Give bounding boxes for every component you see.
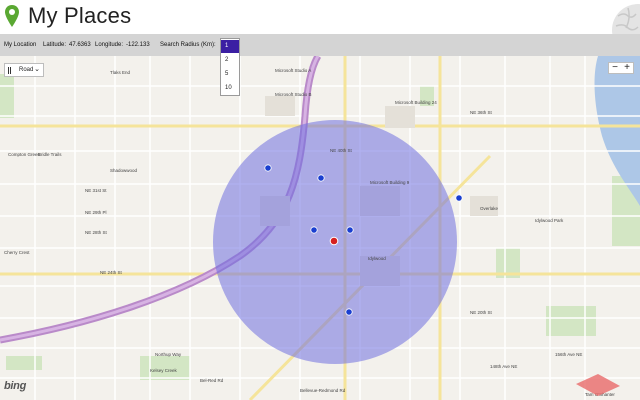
map-label: Bel-Red Rd (200, 378, 224, 383)
map-label: 156th Ave NE (555, 352, 582, 357)
map-label: NE 24th St (100, 270, 123, 275)
radius-option-5[interactable]: 5 (221, 68, 239, 81)
zoom-in-button[interactable]: + (621, 63, 633, 73)
map-label: NE 36th St (470, 110, 493, 115)
radius-option-1[interactable]: 1 (221, 40, 239, 53)
map-label: 148th Ave NE (490, 364, 517, 369)
map-label: Idylwood Park (535, 218, 564, 223)
bing-logo-text: bing (4, 380, 27, 392)
map-style-label: Road (19, 67, 34, 73)
map-view[interactable]: Tlaks End Compton Green Bridle Trails Sh… (0, 56, 640, 400)
latitude-label: Latitude: (43, 42, 67, 48)
map-pin-icon (5, 5, 19, 27)
map-label: Kelsey Creek (150, 368, 178, 373)
longitude-value: -122.133 (126, 42, 150, 48)
latitude-value: 47.6363 (69, 42, 91, 48)
map-label: NE 29th Pl (85, 210, 107, 215)
zoom-control[interactable]: − + (608, 62, 634, 74)
radius-option-10[interactable]: 10 (221, 82, 239, 95)
zoom-out-button[interactable]: − (609, 63, 621, 73)
map-label: Microsoft Building 9 (370, 180, 410, 185)
my-location-label: My Location (4, 42, 37, 48)
map-label: Cherry Crest (4, 250, 30, 255)
map-label: Northup Way (155, 352, 182, 357)
radius-option-2[interactable]: 2 (221, 54, 239, 67)
map-label: NE 20th St (470, 310, 493, 315)
map-label: Idylwood (368, 256, 386, 261)
map-label: Microsoft Studio A (275, 68, 311, 73)
map-label: NE 40th St (330, 148, 353, 153)
map-label: Bellevue-Redmond Rd (300, 388, 346, 393)
map-label: Microsoft Building 24 (395, 100, 437, 105)
map-label: Tlaks End (110, 70, 131, 75)
search-radius-label: Search Radius (Km): (160, 42, 216, 48)
map-label: NE 28th St (85, 230, 108, 235)
current-location-pin[interactable] (329, 236, 339, 246)
search-radius-dropdown[interactable]: 1 2 5 10 (220, 38, 240, 96)
map-label: Microsoft Studio B (275, 92, 312, 97)
layers-icon (8, 67, 11, 74)
longitude-label: Longitude: (95, 42, 124, 48)
map-label: Compton Green (8, 152, 41, 157)
location-bar: My Location Latitude: 47.6363 Longitude:… (0, 34, 640, 56)
page-title: My Places (28, 3, 132, 28)
globe-icon (612, 4, 640, 34)
map-label: Shadowwood (110, 168, 138, 173)
map-label: Overlake (480, 206, 499, 211)
map-label: NE 31st St (85, 188, 107, 193)
map-style-selector[interactable]: Road ⌄ (4, 63, 44, 77)
chevron-down-icon: ⌄ (34, 66, 40, 73)
map-label: Bridle Trails (38, 152, 62, 157)
road-map: Tlaks End Compton Green Bridle Trails Sh… (0, 56, 640, 400)
bing-logo: bing (4, 380, 26, 392)
app-header: My Places (0, 0, 640, 34)
